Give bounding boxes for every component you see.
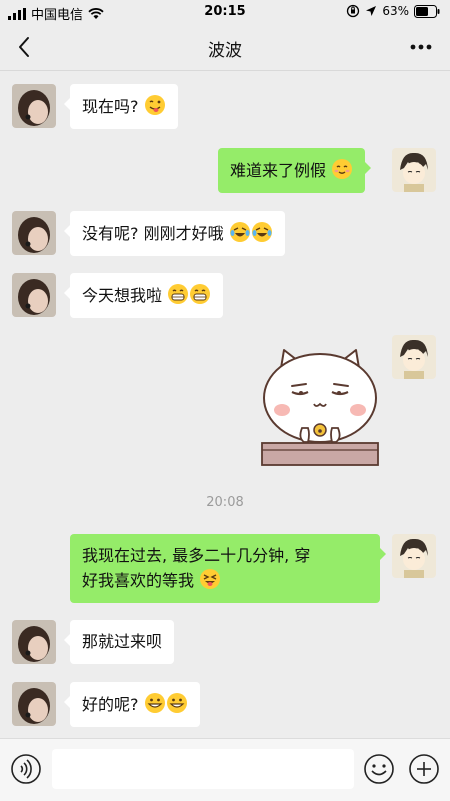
message-bubble[interactable]: 没有呢? 刚刚才好哦 bbox=[64, 211, 285, 256]
rofl-emoji-icon bbox=[251, 222, 272, 242]
message-text: 现在吗? bbox=[82, 97, 139, 116]
my-avatar[interactable] bbox=[392, 148, 436, 192]
voice-icon bbox=[11, 754, 41, 784]
plus-icon bbox=[409, 754, 439, 784]
grin-emoji-icon bbox=[190, 284, 211, 304]
chat-area[interactable]: 现在吗? 难道来了例假 没有呢? 刚刚才好哦 今天想我啦 20:08 我现在过去… bbox=[0, 71, 450, 738]
message-text: 难道来了例假 bbox=[230, 161, 327, 180]
friend-avatar[interactable] bbox=[12, 273, 56, 317]
message-timestamp: 20:08 bbox=[206, 495, 244, 510]
message-bubble[interactable]: 现在吗? bbox=[64, 84, 178, 129]
friend-avatar[interactable] bbox=[12, 84, 56, 128]
rofl-emoji-icon bbox=[229, 222, 250, 242]
plus-button[interactable] bbox=[408, 753, 440, 785]
wink-tongue-emoji-icon bbox=[144, 95, 165, 115]
message-bubble[interactable]: 好的呢? bbox=[64, 682, 200, 727]
grin-wide-emoji-icon bbox=[166, 693, 187, 713]
message-text: 好的呢? bbox=[82, 695, 139, 714]
message-text: 那就过来呗 bbox=[82, 632, 163, 651]
status-bar: 中国电信 20:15 63% bbox=[0, 0, 450, 24]
my-avatar[interactable] bbox=[392, 335, 436, 379]
chat-title: 波波 bbox=[208, 41, 242, 61]
input-bar bbox=[0, 738, 450, 801]
status-right: 63% bbox=[346, 4, 440, 18]
battery-percent: 63% bbox=[382, 4, 409, 18]
emoji-button[interactable] bbox=[363, 753, 395, 785]
message-text: 没有呢? 刚刚才好哦 bbox=[82, 224, 224, 243]
more-icon bbox=[410, 44, 432, 50]
grin-wide-emoji-icon bbox=[144, 693, 165, 713]
smile-blush-emoji-icon bbox=[332, 159, 353, 179]
battery-icon bbox=[414, 4, 440, 18]
voice-button[interactable] bbox=[10, 753, 42, 785]
grin-emoji-icon bbox=[168, 284, 189, 304]
message-text: 好我喜欢的等我 bbox=[82, 571, 195, 590]
nav-bar: 波波 bbox=[0, 24, 450, 71]
squint-tongue-emoji-icon bbox=[200, 569, 221, 589]
message-text: 我现在过去, 最多二十几分钟, 穿 bbox=[82, 546, 311, 565]
orientation-lock-icon bbox=[347, 4, 360, 18]
smug-cat-sticker[interactable] bbox=[258, 346, 382, 468]
friend-avatar[interactable] bbox=[12, 620, 56, 664]
message-bubble[interactable]: 难道来了例假 bbox=[218, 148, 372, 193]
friend-avatar[interactable] bbox=[12, 211, 56, 255]
location-icon bbox=[366, 6, 377, 16]
more-button[interactable] bbox=[406, 34, 436, 60]
message-bubble[interactable]: 那就过来呗 bbox=[63, 620, 175, 664]
message-text: 今天想我啦 bbox=[82, 286, 163, 305]
message-input[interactable] bbox=[52, 749, 354, 789]
message-bubble[interactable]: 今天想我啦 bbox=[63, 273, 224, 318]
emoji-icon bbox=[364, 754, 394, 784]
friend-avatar[interactable] bbox=[12, 682, 56, 726]
my-avatar[interactable] bbox=[392, 534, 436, 578]
message-bubble[interactable]: 我现在过去, 最多二十几分钟, 穿 好我喜欢的等我 bbox=[70, 534, 386, 603]
